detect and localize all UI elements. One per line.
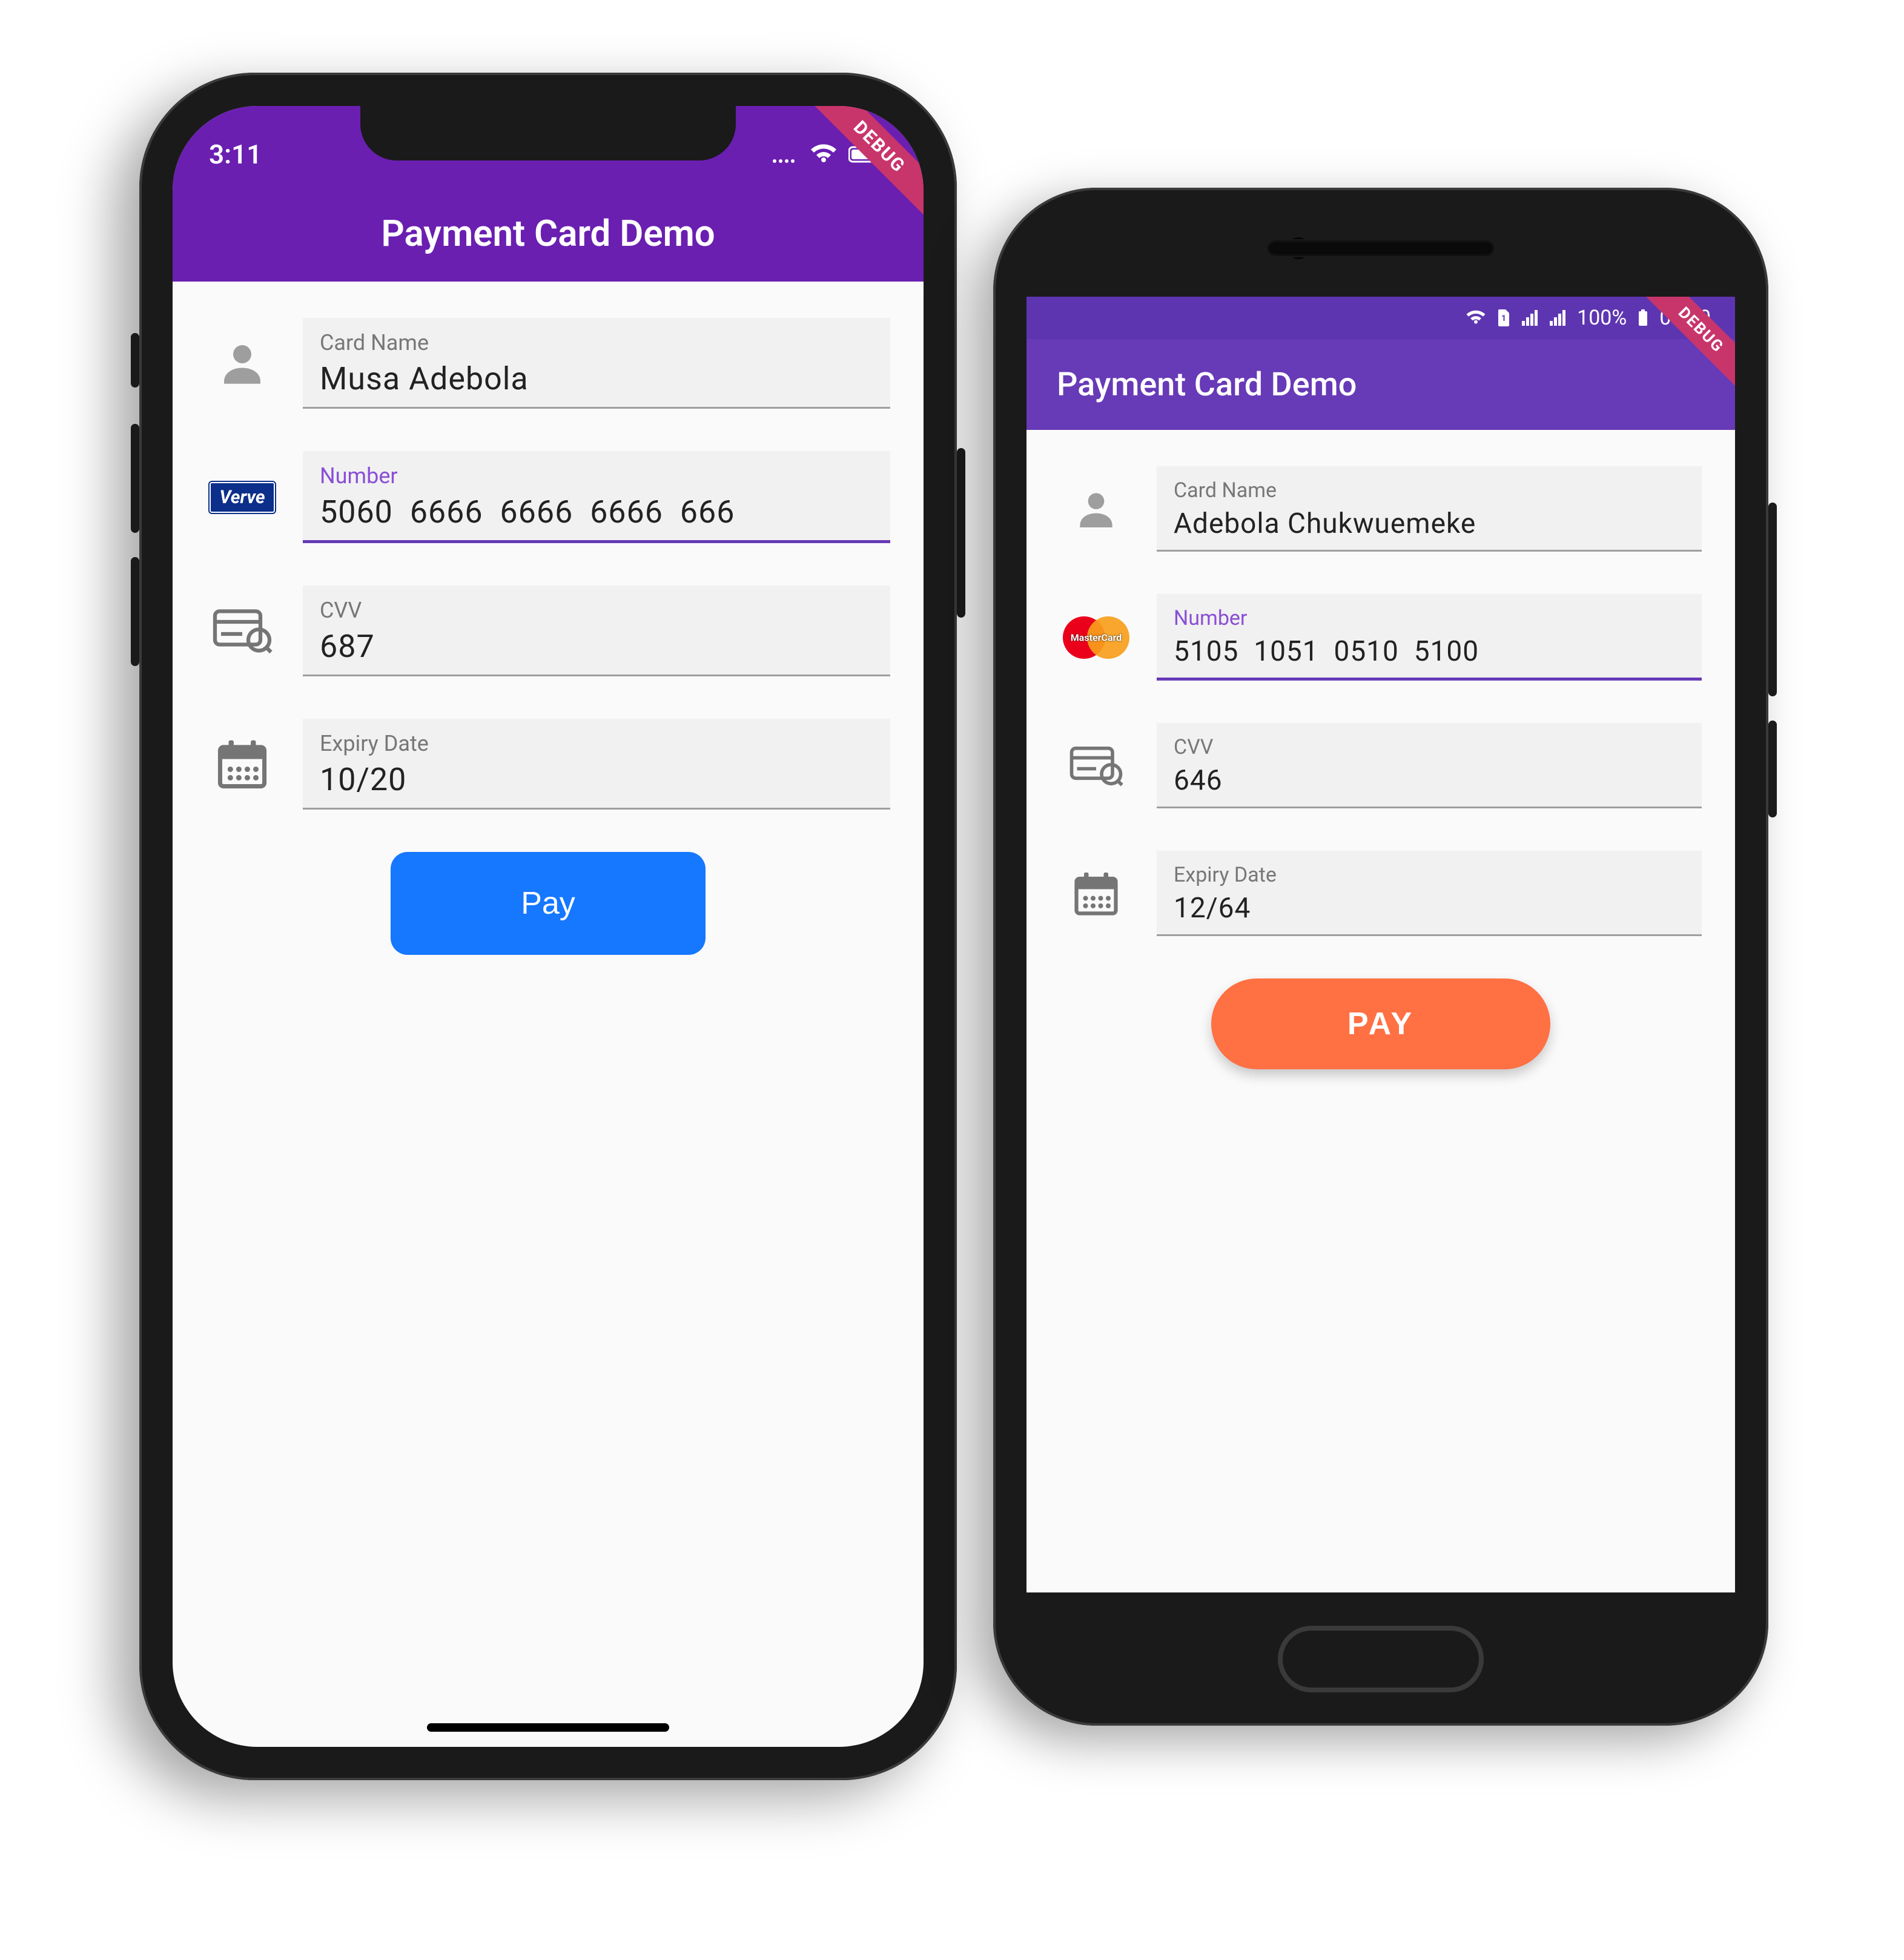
battery-icon [1638, 309, 1648, 326]
card-number-input[interactable] [320, 493, 873, 530]
battery-percent: 100% [1577, 306, 1627, 330]
ios-status-time: 3:11 [209, 139, 262, 170]
cellular-icon [772, 145, 799, 163]
cvv-label: CVV [1174, 735, 1685, 759]
android-volume-rocker [1768, 503, 1777, 696]
android-device-frame: DEBUG 1 100% 07:00 [993, 188, 1768, 1726]
card-brand-icon: Verve [206, 482, 279, 513]
card-number-label: Number [320, 463, 873, 489]
card-name-row: Card Name [1060, 466, 1702, 552]
android-app-bar: Payment Card Demo [1026, 339, 1735, 430]
verve-badge: Verve [210, 482, 274, 513]
ios-home-indicator [427, 1723, 669, 1732]
mastercard-label: MasterCard [1071, 632, 1122, 643]
card-number-row: MasterCard Number [1060, 594, 1702, 681]
calendar-icon [1060, 869, 1132, 918]
cvv-field[interactable]: CVV [303, 586, 890, 676]
pay-button[interactable]: PAY [1211, 978, 1550, 1069]
iphone-mute-switch [131, 333, 139, 388]
expiry-field[interactable]: Expiry Date [303, 719, 890, 810]
svg-text:1: 1 [1501, 314, 1506, 323]
cvv-input[interactable] [1174, 764, 1685, 797]
person-icon [1060, 485, 1132, 533]
pay-button[interactable]: Pay [391, 852, 706, 955]
card-name-row: Card Name [206, 318, 890, 409]
expiry-label: Expiry Date [1174, 863, 1685, 887]
card-name-label: Card Name [320, 330, 873, 355]
calendar-icon [206, 737, 279, 791]
iphone-volume-down [131, 557, 139, 666]
cvv-icon [1060, 744, 1132, 788]
cellular-icon-2 [1549, 310, 1566, 326]
wifi-icon [1466, 310, 1486, 326]
cvv-field[interactable]: CVV [1157, 723, 1702, 808]
expiry-field[interactable]: Expiry Date [1157, 851, 1702, 936]
card-name-input[interactable] [1174, 507, 1685, 540]
expiry-row: Expiry Date [206, 719, 890, 810]
android-home-button [1278, 1626, 1484, 1692]
iphone-screen: DEBUG 3:11 Payment Card Demo [173, 106, 924, 1747]
card-number-input[interactable] [1174, 635, 1685, 668]
ios-payment-form: Card Name Verve Number [173, 282, 924, 991]
cvv-label: CVV [320, 598, 873, 623]
expiry-input[interactable] [1174, 892, 1685, 925]
expiry-label: Expiry Date [320, 731, 873, 756]
card-number-label: Number [1174, 606, 1685, 630]
card-number-field[interactable]: Number [1157, 594, 1702, 681]
sim-icon: 1 [1497, 309, 1510, 326]
cellular-icon [1521, 310, 1538, 326]
cvv-input[interactable] [320, 628, 873, 665]
mastercard-badge: MasterCard [1063, 616, 1129, 659]
iphone-power-button [957, 448, 965, 618]
android-earpiece [1266, 239, 1496, 257]
ios-app-bar: Payment Card Demo [173, 185, 924, 282]
android-payment-form: Card Name MasterCard Number [1026, 430, 1735, 1106]
person-icon [206, 336, 279, 391]
app-title: Payment Card Demo [381, 212, 715, 255]
card-name-field[interactable]: Card Name [1157, 466, 1702, 552]
expiry-input[interactable] [320, 761, 873, 798]
iphone-notch [360, 106, 736, 160]
iphone-volume-up [131, 424, 139, 533]
expiry-row: Expiry Date [1060, 851, 1702, 936]
android-status-bar: 1 100% 07:00 [1026, 297, 1735, 339]
cvv-row: CVV [206, 586, 890, 676]
card-name-label: Card Name [1174, 478, 1685, 503]
card-number-row: Verve Number [206, 451, 890, 543]
android-screen: DEBUG 1 100% 07:00 [1026, 297, 1735, 1592]
iphone-device-frame: DEBUG 3:11 Payment Card Demo [139, 73, 957, 1780]
android-power-button [1768, 721, 1777, 817]
card-brand-icon: MasterCard [1060, 616, 1132, 659]
card-number-field[interactable]: Number [303, 451, 890, 543]
card-name-field[interactable]: Card Name [303, 318, 890, 409]
app-title: Payment Card Demo [1057, 366, 1357, 404]
cvv-row: CVV [1060, 723, 1702, 808]
card-name-input[interactable] [320, 360, 873, 397]
cvv-icon [206, 607, 279, 655]
wifi-icon [810, 144, 838, 165]
